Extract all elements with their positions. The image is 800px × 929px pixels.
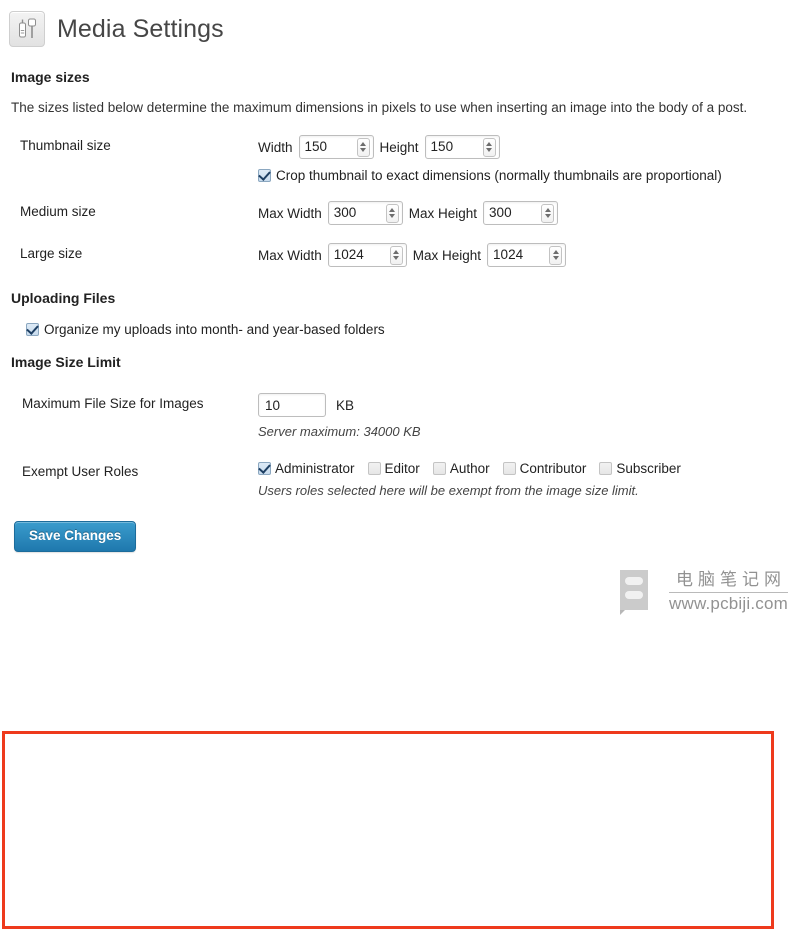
server-maximum-note: Server maximum: 34000 KB (258, 424, 421, 439)
medium-max-width-spinner[interactable] (385, 203, 399, 223)
large-max-width-spinner[interactable] (389, 245, 403, 265)
medium-max-width-input[interactable] (328, 203, 386, 223)
exempt-roles-fields: Administrator Editor Author Contributor … (258, 448, 800, 507)
organize-uploads-label: Organize my uploads into month- and year… (44, 322, 385, 337)
role-label-editor: Editor (384, 461, 420, 476)
role-option-author[interactable]: Author (432, 461, 490, 476)
exempt-roles-label: Exempt User Roles (22, 464, 139, 479)
role-option-contributor[interactable]: Contributor (502, 461, 587, 476)
large-size-fields: Max Width Max Height (258, 234, 800, 276)
exempt-roles-note: Users roles selected here will be exempt… (258, 483, 639, 498)
large-max-height-spinner[interactable] (549, 245, 563, 265)
large-max-width-label: Max Width (258, 247, 322, 263)
medium-max-height-stepper[interactable] (483, 201, 559, 225)
uploading-files-section: Uploading Files Organize my uploads into… (0, 290, 800, 337)
role-label-contributor: Contributor (519, 461, 587, 476)
medium-size-label: Medium size (20, 204, 96, 219)
watermark-url-text: www.pcbiji.com (669, 594, 788, 613)
image-size-limit-heading: Image Size Limit (11, 354, 121, 370)
medium-max-height-input[interactable] (484, 203, 542, 223)
thumbnail-size-fields: Width Height Crop thumbnail t (258, 126, 800, 192)
max-file-size-label: Maximum File Size for Images (22, 396, 204, 411)
medium-max-height-spinner[interactable] (541, 203, 555, 223)
image-sizes-section: Image sizes The sizes listed below deter… (0, 69, 800, 276)
medium-size-fields: Max Width Max Height (258, 192, 800, 234)
max-file-size-unit: KB (336, 397, 355, 413)
image-sizes-heading: Image sizes (11, 69, 90, 85)
save-changes-container: Save Changes (14, 521, 800, 552)
exempt-roles-row: Exempt User Roles Administrator Editor A… (0, 448, 800, 507)
watermark-text: 电脑笔记网 www.pcbiji.com (669, 570, 788, 614)
thumbnail-width-input[interactable] (299, 137, 357, 157)
medium-max-height-label: Max Height (408, 205, 478, 221)
large-size-label: Large size (20, 246, 83, 261)
organize-uploads-checkbox[interactable] (26, 323, 39, 336)
role-checkbox-contributor[interactable] (502, 462, 516, 475)
thumbnail-width-label: Width (258, 139, 293, 155)
large-max-height-label: Max Height (412, 247, 482, 263)
role-option-editor[interactable]: Editor (367, 461, 420, 476)
medium-max-width-stepper[interactable] (327, 201, 403, 225)
large-max-height-stepper[interactable] (487, 243, 567, 267)
medium-max-width-label: Max Width (258, 205, 322, 221)
role-option-subscriber[interactable]: Subscriber (599, 461, 681, 476)
page-title: Media Settings (57, 14, 224, 43)
thumbnail-height-input[interactable] (425, 137, 483, 157)
watermark-logo-icon (615, 567, 657, 617)
save-changes-button[interactable]: Save Changes (14, 521, 137, 552)
max-file-size-row: Maximum File Size for Images KB Server m… (0, 380, 800, 448)
medium-size-row: Medium size Max Width Max Height (0, 192, 800, 234)
crop-thumbnail-label: Crop thumbnail to exact dimensions (norm… (276, 168, 722, 183)
watermark-cn-text: 电脑笔记网 (676, 570, 786, 589)
crop-thumbnail-checkbox[interactable] (258, 169, 271, 182)
organize-uploads-option[interactable]: Organize my uploads into month- and year… (26, 322, 800, 337)
thumbnail-width-stepper[interactable] (298, 135, 374, 159)
role-label-administrator: Administrator (275, 461, 355, 476)
large-max-width-input[interactable] (328, 245, 390, 265)
image-sizes-description: The sizes listed below determine the max… (11, 100, 748, 115)
highlight-box (2, 731, 774, 929)
image-sizes-table: Thumbnail size Width Height (0, 126, 800, 276)
role-checkbox-subscriber[interactable] (599, 462, 613, 475)
media-sliders-icon (9, 10, 45, 47)
thumbnail-height-spinner[interactable] (482, 137, 496, 157)
page-header: Media Settings (0, 0, 800, 48)
role-checkbox-administrator[interactable] (258, 462, 271, 475)
large-size-row: Large size Max Width Max Height (0, 234, 800, 276)
crop-thumbnail-option[interactable]: Crop thumbnail to exact dimensions (norm… (258, 168, 790, 183)
uploading-files-heading: Uploading Files (11, 290, 116, 306)
thumbnail-width-spinner[interactable] (356, 137, 370, 157)
thumbnail-height-label: Height (379, 139, 419, 155)
large-max-width-stepper[interactable] (327, 243, 407, 267)
role-checkbox-editor[interactable] (367, 462, 381, 475)
watermark: 电脑笔记网 www.pcbiji.com (615, 567, 788, 617)
exempt-roles-checkbox-group: Administrator Editor Author Contributor … (258, 461, 790, 476)
role-label-subscriber: Subscriber (616, 461, 681, 476)
max-file-size-fields: KB Server maximum: 34000 KB (258, 380, 800, 448)
image-size-limit-section: Image Size Limit Maximum File Size for I… (0, 354, 800, 929)
role-label-author: Author (449, 461, 490, 476)
thumbnail-size-label: Thumbnail size (20, 138, 111, 153)
image-size-limit-table: Maximum File Size for Images KB Server m… (0, 380, 800, 507)
thumbnail-height-stepper[interactable] (424, 135, 500, 159)
role-checkbox-author[interactable] (432, 462, 446, 475)
large-max-height-input[interactable] (488, 245, 550, 265)
watermark-divider (669, 592, 788, 593)
role-option-administrator[interactable]: Administrator (258, 461, 355, 476)
max-file-size-input[interactable] (258, 393, 326, 417)
thumbnail-size-row: Thumbnail size Width Height (0, 126, 800, 192)
